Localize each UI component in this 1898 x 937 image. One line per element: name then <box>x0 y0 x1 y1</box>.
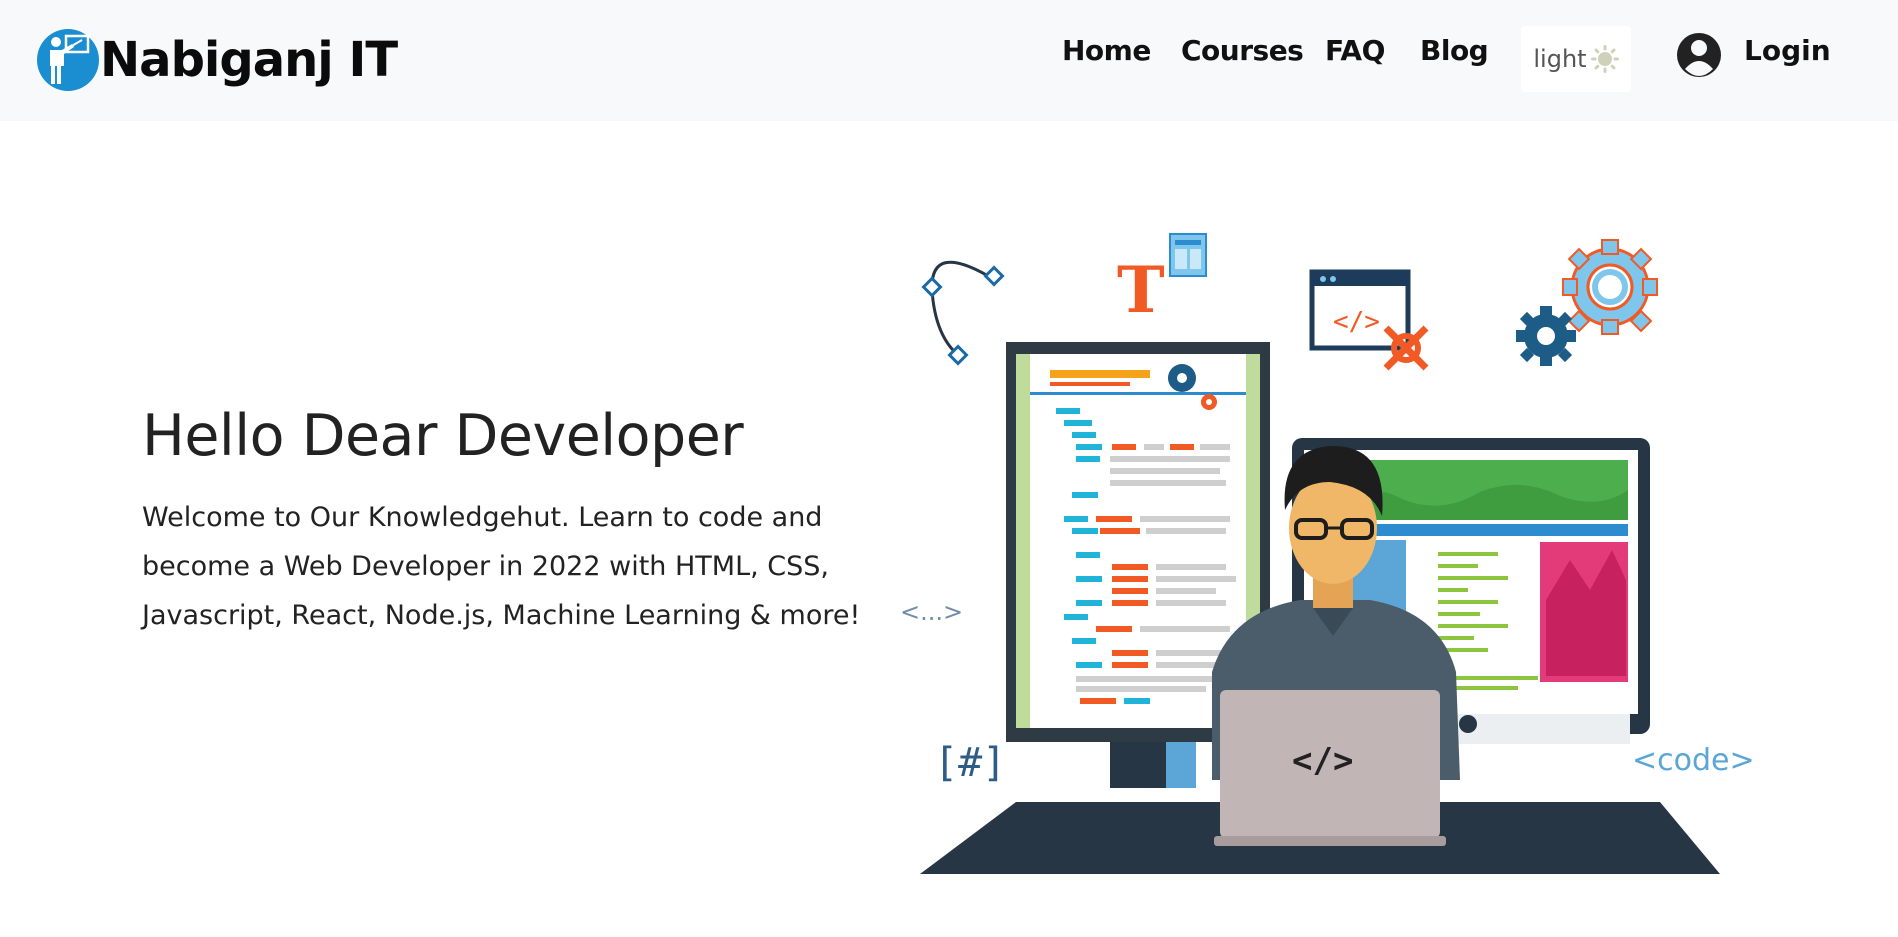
gear-icon <box>1562 239 1658 335</box>
wrench-icon <box>1383 325 1429 371</box>
nav-faq[interactable]: FAQ <box>1325 34 1385 67</box>
hero-title: Hello Dear Developer <box>142 403 744 469</box>
nav-home[interactable]: Home <box>1062 34 1151 67</box>
brand-link[interactable]: Nabiganj IT <box>36 22 398 98</box>
nav-courses[interactable]: Courses <box>1181 34 1304 67</box>
code-label: <code> <box>1632 743 1755 778</box>
laptop-code-tag: </> <box>1292 741 1353 781</box>
user-circle-icon[interactable] <box>1676 29 1722 81</box>
brand-name: Nabiganj IT <box>100 32 398 88</box>
teacher-presentation-icon <box>37 29 99 91</box>
sun-icon <box>1590 45 1619 73</box>
developer-illustration: T </> </> <...> [#] <code> <box>900 233 1755 874</box>
login-link[interactable]: Login <box>1744 34 1831 67</box>
navbar: Nabiganj IT Home Courses FAQ Blog light … <box>0 0 1898 121</box>
hash-tag: [#] <box>934 740 1006 786</box>
bezier-curve-icon <box>921 260 1005 366</box>
hero-description: Welcome to Our Knowledgehut. Learn to co… <box>142 502 861 631</box>
layout-card-icon <box>1169 233 1207 277</box>
browser-code-tag: </> <box>1333 307 1380 337</box>
theme-toggle[interactable]: light <box>1521 26 1631 92</box>
ellipsis-tag: <...> <box>900 598 963 626</box>
nav-blog[interactable]: Blog <box>1420 34 1489 67</box>
title-letter: T <box>1117 253 1165 328</box>
theme-label: light <box>1533 45 1587 73</box>
laptop: </> <box>1214 690 1446 846</box>
small-gear-icon <box>1516 306 1576 366</box>
browser-code-icon: </> <box>1309 269 1429 371</box>
